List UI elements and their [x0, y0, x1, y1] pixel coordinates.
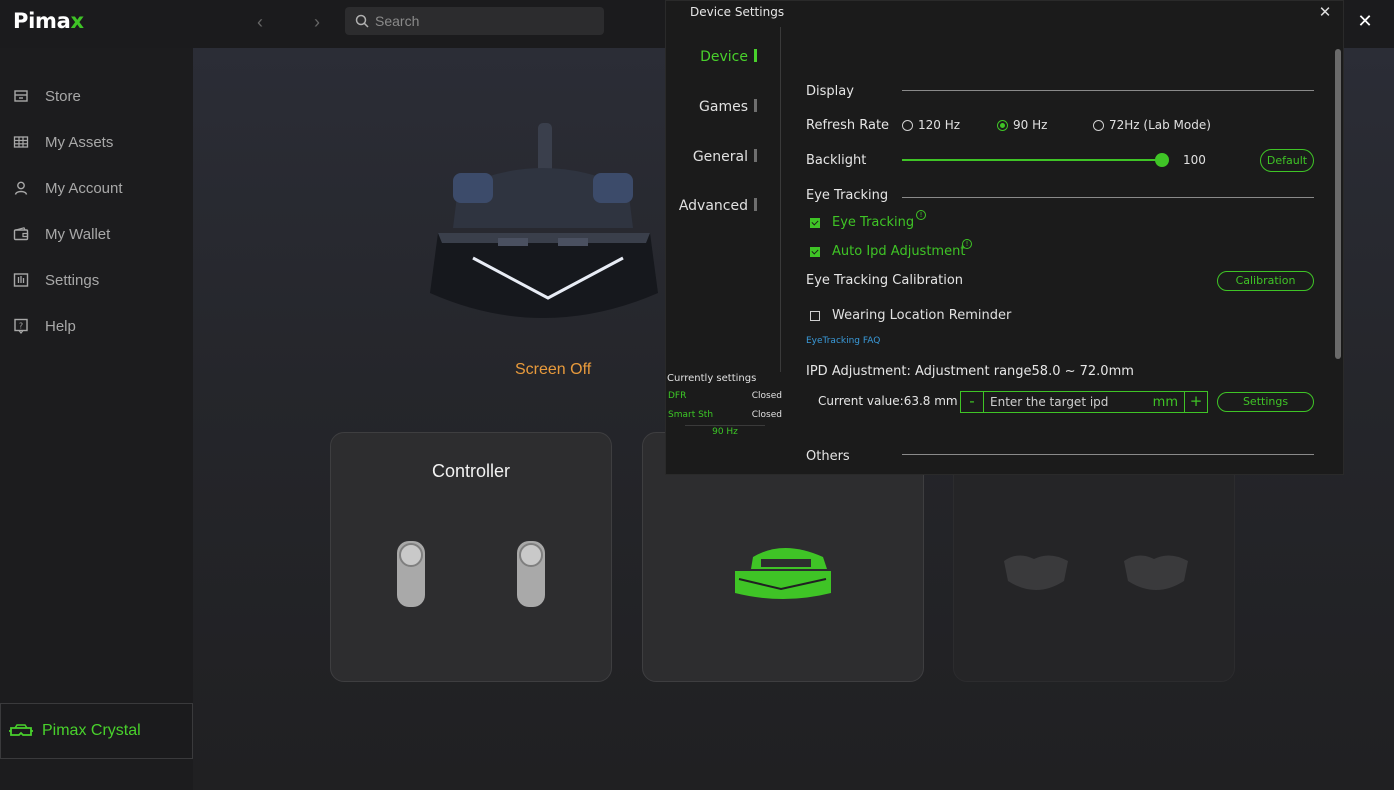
app-close-icon[interactable]: ✕ [1352, 8, 1378, 34]
refresh-option-72[interactable]: 72Hz (Lab Mode) [1093, 118, 1211, 132]
sidebar-item-label: Help [45, 317, 76, 335]
backlight-slider-handle[interactable] [1155, 153, 1169, 167]
sidebar-item-label: My Account [45, 179, 123, 197]
backlight-slider-track[interactable] [902, 159, 1162, 161]
ipd-settings-button[interactable]: Settings [1217, 392, 1314, 412]
search-input[interactable] [375, 13, 595, 29]
sidebar-item-my-wallet[interactable]: My Wallet [0, 216, 193, 252]
tab-device[interactable]: Device [637, 49, 757, 65]
ipd-unit: mm [1152, 394, 1178, 410]
others-section-title: Others [806, 449, 850, 464]
sidebar-item-my-account[interactable]: My Account [0, 170, 193, 206]
store-icon [14, 90, 28, 102]
backlight-label: Backlight [806, 153, 867, 168]
device-label: Pimax Crystal [42, 722, 141, 739]
pimax-logo: Pimax [13, 9, 84, 33]
dialog-title: Device Settings [690, 5, 785, 19]
tab-advanced[interactable]: Advanced [637, 198, 757, 214]
current-refresh-rate: 90 Hz [685, 425, 765, 437]
eye-tracking-section-title: Eye Tracking [806, 188, 889, 203]
ipd-decrement-button[interactable]: - [961, 392, 983, 412]
section-divider [902, 90, 1314, 91]
refresh-rate-label: Refresh Rate [806, 118, 890, 133]
dialog-close-icon[interactable]: ✕ [1314, 1, 1336, 23]
default-button[interactable]: Default [1260, 149, 1314, 172]
settings-icon [13, 273, 29, 287]
help-icon: ? [14, 318, 28, 334]
controller-card[interactable]: Controller [330, 432, 612, 682]
sidebar-item-store[interactable]: Store [0, 78, 193, 114]
eyetracking-faq-link[interactable]: EyeTracking FAQ [806, 336, 880, 346]
info-icon[interactable]: ! [962, 239, 972, 249]
calibration-button[interactable]: Calibration [1217, 271, 1314, 291]
user-icon [14, 181, 28, 195]
current-settings-row: Smart Sth Closed [668, 410, 782, 420]
sidebar-item-label: My Wallet [45, 225, 111, 243]
sidebar-item-help[interactable]: ? Help [0, 308, 193, 344]
back-arrow-icon[interactable]: ‹ [248, 10, 272, 34]
current-settings-heading: Currently settings [667, 373, 757, 384]
auto-ipd-checkbox[interactable]: Auto Ipd Adjustment [810, 244, 965, 259]
nav-divider [780, 27, 781, 372]
dialog-scrollbar[interactable] [1335, 49, 1341, 359]
vr-headset-image [430, 123, 658, 318]
refresh-option-90[interactable]: 90 Hz [997, 118, 1047, 132]
current-settings-panel: Currently settings DFR Closed Smart Sth Cl… [667, 373, 785, 437]
sidebar: Store My Assets My Account My Wallet Set… [0, 48, 193, 790]
tab-general[interactable]: General [637, 149, 757, 165]
headset-status: Screen Off [515, 361, 592, 378]
green-headset-icon [735, 548, 831, 599]
wearing-reminder-checkbox[interactable]: Wearing Location Reminder [810, 308, 1011, 323]
sidebar-item-label: Store [45, 87, 81, 105]
sidebar-item-label: My Assets [45, 133, 114, 151]
controller-icon [397, 541, 545, 607]
search-box[interactable] [345, 7, 604, 35]
calibration-label: Eye Tracking Calibration [806, 273, 964, 288]
ipd-input-wrapper[interactable]: mm [983, 392, 1185, 412]
backlight-value: 100 [1183, 153, 1206, 167]
current-settings-row: DFR Closed [668, 391, 782, 401]
ipd-increment-button[interactable]: + [1185, 392, 1207, 412]
device-selector[interactable]: Pimax Crystal [0, 703, 193, 759]
eye-tracking-checkbox[interactable]: Eye Tracking [810, 215, 914, 230]
sidebar-item-label: Settings [45, 271, 100, 289]
ipd-range-label: IPD Adjustment: Adjustment range58.0 ~ 7… [806, 364, 1134, 379]
sidebar-item-my-assets[interactable]: My Assets [0, 124, 193, 160]
ipd-current-value: Current value:63.8 mm [818, 394, 958, 408]
sidebar-item-settings[interactable]: Settings [0, 262, 193, 298]
headset-outline-icon [1004, 555, 1188, 590]
section-divider [902, 454, 1314, 455]
headset-icon [9, 724, 33, 736]
section-divider [902, 197, 1314, 198]
card-title: Controller [431, 461, 511, 481]
info-icon[interactable]: ! [916, 210, 926, 220]
forward-arrow-icon[interactable]: › [305, 10, 329, 34]
ipd-stepper[interactable]: - mm + [960, 391, 1208, 413]
refresh-option-120[interactable]: 120 Hz [902, 118, 960, 132]
display-section-title: Display [806, 84, 854, 99]
svg-text:?: ? [19, 322, 23, 331]
device-settings-dialog: Device Settings ✕ Device Games General A… [665, 0, 1344, 475]
tab-games[interactable]: Games [637, 99, 757, 115]
wallet-icon [13, 227, 29, 241]
grid-icon [13, 136, 29, 148]
ipd-target-input[interactable] [990, 395, 1140, 409]
search-icon [355, 14, 369, 28]
